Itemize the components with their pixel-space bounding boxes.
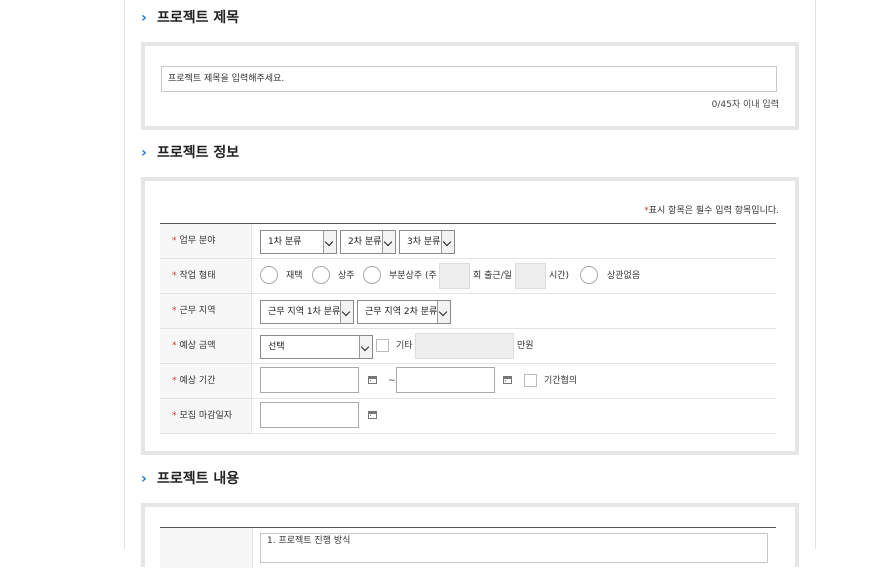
period-tilde: ~ xyxy=(388,376,396,386)
chevron-right-icon: › xyxy=(141,471,147,487)
label-period: 예상 기간 xyxy=(179,376,216,386)
period-negotiable-checkbox[interactable] xyxy=(524,374,537,387)
budget-unit-label: 만원 xyxy=(517,341,534,351)
project-info-table: * 업무 분야 1차 분류 2차 분류 3차 분류 * 작업 형태 재택 상주 부분… xyxy=(160,223,776,434)
field-select-2[interactable]: 2차 분류 xyxy=(340,230,396,254)
calendar-icon[interactable] xyxy=(368,411,377,419)
row-work-type: * 작업 형태 재택 상주 부분상주 (주 회 출근/일 시간) 상관없음 xyxy=(160,259,776,294)
budget-other-checkbox[interactable] xyxy=(376,339,389,352)
label-field: 업무 분야 xyxy=(179,236,216,246)
chevron-down-icon xyxy=(340,301,353,323)
field-select-1[interactable]: 1차 분류 xyxy=(260,230,337,254)
label-deadline: 모집 마감일자 xyxy=(179,411,233,421)
calendar-icon[interactable] xyxy=(368,376,377,384)
hours-unit-label: 시간) xyxy=(549,271,570,281)
required-note: *표시 항목은 필수 입력 항목입니다. xyxy=(644,206,779,216)
chevron-down-icon xyxy=(441,231,454,253)
row-location: * 근무 지역 근무 지역 1차 분류 근무 지역 2차 분류 xyxy=(160,294,776,329)
field-select-3[interactable]: 3차 분류 xyxy=(399,230,455,254)
radio-partial-onsite[interactable] xyxy=(363,266,381,284)
radio-any[interactable] xyxy=(580,266,598,284)
project-info-box: *표시 항목은 필수 입력 항목입니다. * 업무 분야 1차 분류 2차 분류 … xyxy=(141,177,799,455)
project-title-box: 프로젝트 제목을 입력해주세요. 0/45자 이내 입력 xyxy=(141,42,799,130)
row-period: * 예상 기간 ~ 기간협의 xyxy=(160,364,776,399)
chevron-down-icon xyxy=(359,336,372,358)
radio-any-label: 상관없음 xyxy=(607,271,641,281)
content-first-line: 1. 프로젝트 진행 방식 xyxy=(267,536,351,546)
calendar-icon[interactable] xyxy=(503,376,512,384)
content-label-cell xyxy=(160,528,253,568)
chevron-right-icon: › xyxy=(141,145,147,161)
main-page: › 프로젝트 제목 프로젝트 제목을 입력해주세요. 0/45자 이내 입력 › 프… xyxy=(124,0,816,568)
location-select-1[interactable]: 근무 지역 1차 분류 xyxy=(260,300,354,324)
radio-remote-label: 재택 xyxy=(286,271,303,281)
project-title-placeholder: 프로젝트 제목을 입력해주세요. xyxy=(168,74,285,84)
label-location: 근무 지역 xyxy=(179,306,216,316)
project-content-textarea[interactable]: 1. 프로젝트 진행 방식 xyxy=(260,533,768,563)
chevron-down-icon xyxy=(437,301,450,323)
project-content-box: 1. 프로젝트 진행 방식 xyxy=(141,503,799,568)
chevron-down-icon xyxy=(382,231,395,253)
deadline-input[interactable] xyxy=(260,402,359,428)
days-unit-label: 회 출근/일 xyxy=(473,271,513,281)
section-title-project-name: › 프로젝트 제목 xyxy=(141,10,240,26)
period-end-input[interactable] xyxy=(396,367,495,393)
project-title-input[interactable]: 프로젝트 제목을 입력해주세요. xyxy=(161,66,777,92)
row-budget: * 예상 금액 선택 기타 만원 xyxy=(160,329,776,364)
row-deadline: * 모집 마감일자 xyxy=(160,399,776,434)
budget-other-label: 기타 xyxy=(396,341,413,351)
budget-amount-input[interactable] xyxy=(415,333,514,359)
period-start-input[interactable] xyxy=(260,367,359,393)
radio-partial-label: 부분상주 (주 xyxy=(389,271,437,281)
chevron-right-icon: › xyxy=(141,10,147,26)
radio-onsite[interactable] xyxy=(312,266,330,284)
location-select-2[interactable]: 근무 지역 2차 분류 xyxy=(357,300,451,324)
budget-select[interactable]: 선택 xyxy=(260,335,373,359)
radio-remote[interactable] xyxy=(260,266,278,284)
label-budget: 예상 금액 xyxy=(179,341,216,351)
hours-per-day-input[interactable] xyxy=(515,263,546,289)
section-title-project-info: › 프로젝트 정보 xyxy=(141,145,240,161)
radio-onsite-label: 상주 xyxy=(338,271,355,281)
period-negotiable-label: 기간협의 xyxy=(544,376,578,386)
title-char-counter: 0/45자 이내 입력 xyxy=(711,100,779,110)
label-work-type: 작업 형태 xyxy=(179,271,216,281)
chevron-down-icon xyxy=(323,231,336,253)
row-field: * 업무 분야 1차 분류 2차 분류 3차 분류 xyxy=(160,224,776,259)
section-title-project-content: › 프로젝트 내용 xyxy=(141,471,240,487)
days-per-week-input[interactable] xyxy=(439,263,470,289)
